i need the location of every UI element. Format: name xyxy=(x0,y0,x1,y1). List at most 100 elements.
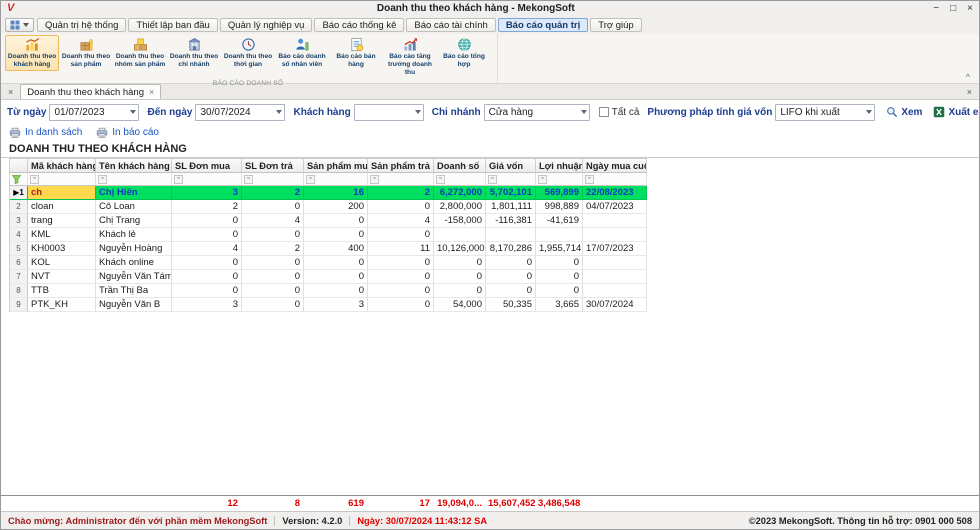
cell-value[interactable]: 1,955,714 xyxy=(536,242,583,256)
cell-value[interactable]: 16 xyxy=(304,186,368,200)
cell-customer-code[interactable]: NVT xyxy=(28,270,96,284)
cell-customer-name[interactable]: Nguyễn Văn Tám xyxy=(96,270,172,284)
cell-value[interactable]: 569,899 xyxy=(536,186,583,200)
table-row[interactable]: ▶1chChị Hiền321626,272,0005,702,101569,8… xyxy=(9,186,647,200)
cell-customer-code[interactable]: KH0003 xyxy=(28,242,96,256)
cell-customer-code[interactable]: PTK_KH xyxy=(28,298,96,312)
customer-select[interactable] xyxy=(354,104,424,121)
cell-value[interactable]: 3 xyxy=(304,298,368,312)
filter-cell[interactable]: = xyxy=(536,173,583,186)
cell-last-purchase-date[interactable]: 04/07/2023 xyxy=(583,200,647,214)
filter-operator-icon[interactable]: = xyxy=(244,175,253,184)
filter-operator-icon[interactable]: = xyxy=(98,175,107,184)
cell-last-purchase-date[interactable] xyxy=(583,270,647,284)
filter-operator-icon[interactable]: = xyxy=(30,175,39,184)
cell-value[interactable]: 0 xyxy=(486,270,536,284)
cell-value[interactable]: 0 xyxy=(368,256,434,270)
cell-value[interactable]: 0 xyxy=(434,284,486,298)
cell-customer-name[interactable]: Khách online xyxy=(96,256,172,270)
cell-value[interactable]: 3 xyxy=(172,186,242,200)
cell-value[interactable]: 400 xyxy=(304,242,368,256)
menu-tab-6[interactable]: Trợ giúp xyxy=(590,18,641,32)
menu-tab-1[interactable]: Thiết lập ban đầu xyxy=(128,18,217,32)
table-row[interactable]: 8TTBTrần Thị Ba0000000 xyxy=(9,284,647,298)
cell-value[interactable]: 0 xyxy=(242,270,304,284)
ribbon-button-4[interactable]: Doanh thu theo thời gian xyxy=(221,35,275,71)
print-report-button[interactable]: In báo cáo xyxy=(96,127,159,139)
cell-customer-code[interactable]: trang xyxy=(28,214,96,228)
cell-value[interactable]: 50,335 xyxy=(486,298,536,312)
cell-last-purchase-date[interactable]: 22/08/2023 xyxy=(583,186,647,200)
cell-value[interactable]: 0 xyxy=(536,270,583,284)
menu-tab-4[interactable]: Báo cáo tài chính xyxy=(406,18,495,32)
column-header[interactable]: Lợi nhuận xyxy=(536,158,583,173)
cell-value[interactable]: 3,665 xyxy=(536,298,583,312)
cell-value[interactable]: 0 xyxy=(486,284,536,298)
cell-customer-name[interactable]: Trần Thị Ba xyxy=(96,284,172,298)
ribbon-button-1[interactable]: Doanh thu theo sản phẩm xyxy=(59,35,113,71)
maximize-icon[interactable]: □ xyxy=(950,3,956,15)
table-row[interactable]: 6KOLKhách online0000000 xyxy=(9,256,647,270)
table-row[interactable]: 9PTK_KHNguyễn Văn B303054,00050,3353,665… xyxy=(9,298,647,312)
column-header[interactable]: Tên khách hàng xyxy=(96,158,172,173)
ribbon-button-8[interactable]: Báo cáo tổng hợp xyxy=(437,35,491,71)
cell-value[interactable]: 0 xyxy=(368,284,434,298)
cell-customer-code[interactable]: TTB xyxy=(28,284,96,298)
filter-cell[interactable]: = xyxy=(368,173,434,186)
table-row[interactable]: 7NVTNguyễn Văn Tám0000000 xyxy=(9,270,647,284)
filter-cell[interactable]: = xyxy=(28,173,96,186)
close-all-tabs-icon[interactable]: × xyxy=(6,87,15,97)
all-checkbox[interactable]: Tất cả xyxy=(599,107,640,118)
cell-value[interactable]: 0 xyxy=(434,270,486,284)
cell-customer-name[interactable]: Chị Trang xyxy=(96,214,172,228)
cell-value[interactable]: 2 xyxy=(242,242,304,256)
cell-value[interactable]: 3 xyxy=(172,298,242,312)
cell-value[interactable]: 0 xyxy=(536,256,583,270)
column-header[interactable]: Mã khách hàng xyxy=(28,158,96,173)
column-header[interactable]: Sản phẩm mua xyxy=(304,158,368,173)
cell-value[interactable]: 11 xyxy=(368,242,434,256)
filter-cell[interactable]: = xyxy=(304,173,368,186)
ribbon-collapse-icon[interactable]: ^ xyxy=(963,72,973,82)
cell-customer-name[interactable]: Nguyễn Hoàng xyxy=(96,242,172,256)
cell-value[interactable]: 2 xyxy=(172,200,242,214)
filter-cell[interactable]: = xyxy=(486,173,536,186)
cell-value[interactable]: 0 xyxy=(368,200,434,214)
ribbon-button-2[interactable]: Doanh thu theo nhóm sản phẩm xyxy=(113,35,167,71)
menu-tab-5[interactable]: Báo cáo quản trị xyxy=(498,18,588,32)
cell-last-purchase-date[interactable] xyxy=(583,214,647,228)
cell-value[interactable]: 0 xyxy=(242,200,304,214)
cell-customer-code[interactable]: ch xyxy=(28,186,96,200)
filter-operator-icon[interactable]: = xyxy=(538,175,547,184)
cell-last-purchase-date[interactable] xyxy=(583,228,647,242)
menu-tab-3[interactable]: Báo cáo thống kê xyxy=(314,18,404,32)
ribbon-button-0[interactable]: Doanh thu theo khách hàng xyxy=(5,35,59,71)
cell-value[interactable]: 2 xyxy=(368,186,434,200)
cell-value[interactable]: 200 xyxy=(304,200,368,214)
export-excel-button[interactable]: Xuất excel xyxy=(933,106,979,118)
minimize-icon[interactable]: − xyxy=(933,3,939,15)
app-menu-button[interactable] xyxy=(5,18,34,32)
cell-value[interactable]: 4 xyxy=(242,214,304,228)
cell-value[interactable]: 1,801,111 xyxy=(486,200,536,214)
filter-operator-icon[interactable]: = xyxy=(585,175,594,184)
cell-last-purchase-date[interactable]: 17/07/2023 xyxy=(583,242,647,256)
cell-last-purchase-date[interactable]: 30/07/2024 xyxy=(583,298,647,312)
menu-tab-2[interactable]: Quản lý nghiệp vụ xyxy=(220,18,313,32)
ribbon-button-7[interactable]: Báo cáo tăng trưởng doanh thu xyxy=(383,35,437,78)
cell-value[interactable]: 0 xyxy=(242,284,304,298)
cell-last-purchase-date[interactable] xyxy=(583,256,647,270)
tab-close-icon[interactable]: × xyxy=(149,87,154,97)
cell-value[interactable]: 54,000 xyxy=(434,298,486,312)
table-row[interactable]: 3trangChị Trang0404-158,000-116,381-41,6… xyxy=(9,214,647,228)
cell-value[interactable]: 6,272,000 xyxy=(434,186,486,200)
cell-value[interactable] xyxy=(486,228,536,242)
cell-value[interactable]: 0 xyxy=(368,270,434,284)
column-header[interactable]: SL Đơn trả xyxy=(242,158,304,173)
cell-customer-name[interactable]: Cô Loan xyxy=(96,200,172,214)
column-header[interactable]: SL Đơn mua xyxy=(172,158,242,173)
filter-cell[interactable]: = xyxy=(172,173,242,186)
to-date-input[interactable]: 30/07/2024 xyxy=(195,104,285,121)
cell-value[interactable]: 0 xyxy=(368,228,434,242)
filter-operator-icon[interactable]: = xyxy=(370,175,379,184)
